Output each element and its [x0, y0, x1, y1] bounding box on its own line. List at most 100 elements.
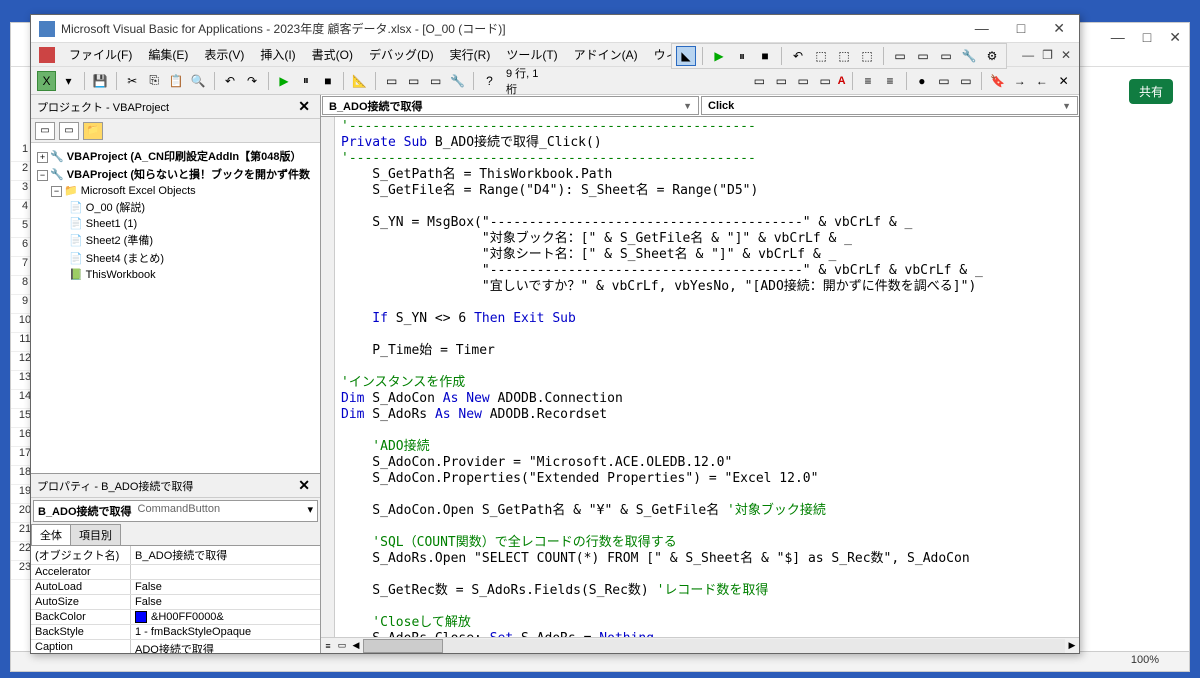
menu-addins[interactable]: アドイン(A)	[568, 44, 644, 65]
toggle-folders-button[interactable]: 📁	[83, 122, 103, 140]
help-button[interactable]: ?	[480, 71, 499, 91]
step-in-button[interactable]: ⬚	[811, 46, 831, 66]
uncomment-button[interactable]: ▭	[956, 71, 975, 91]
prev-bookmark-button[interactable]: ←	[1032, 71, 1051, 91]
view-full-button[interactable]: ≡	[321, 639, 335, 653]
vba-editor-window: Microsoft Visual Basic for Applications …	[30, 14, 1080, 654]
toggle-button[interactable]: ◣	[676, 46, 696, 66]
menu-edit[interactable]: 編集(E)	[142, 44, 194, 65]
scroll-left-button[interactable]: ◀	[349, 639, 363, 653]
design-mode-button[interactable]: 📐	[350, 71, 369, 91]
prop-value[interactable]	[131, 565, 320, 579]
sheet-node[interactable]: Sheet4 (まとめ)	[86, 253, 164, 265]
break-button[interactable]: ⏸	[296, 71, 315, 91]
share-button[interactable]: 共有	[1129, 79, 1173, 104]
breakpoint-button[interactable]: ●	[912, 71, 931, 91]
redo-button[interactable]: ↷	[243, 71, 262, 91]
comment-button[interactable]: ▭	[934, 71, 953, 91]
menu-insert[interactable]: 挿入(I)	[254, 44, 301, 65]
menu-tools[interactable]: ツール(T)	[500, 44, 563, 65]
find-button[interactable]: 🔍	[189, 71, 208, 91]
minimize-button[interactable]: —	[969, 18, 995, 39]
property-grid[interactable]: (オブジェクト名)B_ADO接続で取得 Accelerator AutoLoad…	[31, 546, 320, 653]
prop-value[interactable]: 1 - fmBackStyleOpaque	[131, 625, 320, 639]
edit-tool[interactable]: ▭	[772, 71, 791, 91]
tab-alphabetic[interactable]: 全体	[31, 524, 71, 545]
excel-button[interactable]: X	[37, 71, 56, 91]
menu-debug[interactable]: デバッグ(D)	[363, 44, 440, 65]
menu-file[interactable]: ファイル(F)	[63, 44, 138, 65]
stop-button[interactable]: ■	[755, 46, 775, 66]
outdent-button[interactable]: ≡	[881, 71, 900, 91]
scroll-right-button[interactable]: ▶	[1065, 639, 1079, 653]
project-close-button[interactable]: ✕	[294, 98, 314, 115]
sheet-node[interactable]: Sheet2 (準備)	[86, 235, 153, 247]
undo-button[interactable]: ↶	[221, 71, 240, 91]
window-button[interactable]: ▭	[913, 46, 933, 66]
maximize-button[interactable]: □	[1011, 18, 1031, 39]
menu-format[interactable]: 書式(O)	[306, 44, 359, 65]
edit-tool[interactable]: ▭	[794, 71, 813, 91]
tool-button[interactable]: ⚙	[982, 46, 1002, 66]
insert-button[interactable]: ▾	[59, 71, 78, 91]
step-over-button[interactable]: ⬚	[834, 46, 854, 66]
next-bookmark-button[interactable]: →	[1010, 71, 1029, 91]
step-out-button[interactable]: ⬚	[857, 46, 877, 66]
back-button[interactable]: ↶	[788, 46, 808, 66]
procedure-dropdown[interactable]: Click▼	[701, 96, 1078, 115]
window-button[interactable]: ▭	[936, 46, 956, 66]
prop-value[interactable]: False	[131, 580, 320, 594]
toolbox-button[interactable]: 🔧	[448, 71, 467, 91]
mdi-close[interactable]: ✕	[1061, 48, 1071, 62]
run-button[interactable]: ▶	[709, 46, 729, 66]
excel-minimize[interactable]: —	[1111, 29, 1125, 46]
view-object-button[interactable]: ▭	[59, 122, 79, 140]
save-button[interactable]: 💾	[91, 71, 110, 91]
folder-node[interactable]: Microsoft Excel Objects	[81, 185, 196, 197]
sheet-node[interactable]: Sheet1 (1)	[86, 218, 137, 230]
horizontal-scrollbar[interactable]: ≡ ▭ ◀ ▶	[321, 637, 1079, 653]
run-sub-button[interactable]: ▶	[274, 71, 293, 91]
excel-maximize[interactable]: □	[1143, 29, 1151, 46]
bookmark-button[interactable]: 🔖	[988, 71, 1007, 91]
edit-tool[interactable]: ▭	[816, 71, 835, 91]
view-proc-button[interactable]: ▭	[335, 639, 349, 653]
prop-value[interactable]: ADO接続で取得	[131, 640, 320, 653]
object-dropdown[interactable]: B_ADO接続で取得▼	[322, 96, 699, 115]
menu-view[interactable]: 表示(V)	[198, 44, 250, 65]
sheet-node[interactable]: O_00 (解説)	[86, 202, 145, 214]
project-explorer-button[interactable]: ▭	[382, 71, 401, 91]
prop-value[interactable]: B_ADO接続で取得	[131, 546, 320, 564]
titlebar[interactable]: Microsoft Visual Basic for Applications …	[31, 15, 1079, 43]
clear-bookmarks-button[interactable]: ✕	[1054, 71, 1073, 91]
copy-button[interactable]: ⎘	[145, 71, 164, 91]
prop-value[interactable]: False	[131, 595, 320, 609]
view-code-button[interactable]: ▭	[35, 122, 55, 140]
project-tree[interactable]: +🔧 VBAProject (A_CN印刷設定AddIn【第048版） −🔧 V…	[31, 143, 320, 473]
menu-run[interactable]: 実行(R)	[444, 44, 497, 65]
tool-button[interactable]: 🔧	[959, 46, 979, 66]
tab-categorized[interactable]: 項目別	[70, 524, 121, 545]
mdi-minimize[interactable]: —	[1022, 48, 1034, 62]
scroll-thumb[interactable]	[363, 639, 443, 653]
pause-button[interactable]: ⏸	[732, 46, 752, 66]
close-button[interactable]: ✕	[1047, 18, 1071, 39]
object-browser-button[interactable]: ▭	[426, 71, 445, 91]
excel-close[interactable]: ✕	[1169, 29, 1181, 46]
project-node[interactable]: VBAProject (知らないと損！ブックを開かず件数	[67, 169, 310, 181]
edit-tool[interactable]: ▭	[750, 71, 769, 91]
properties-close-button[interactable]: ✕	[294, 477, 314, 494]
mdi-restore[interactable]: ❐	[1042, 48, 1053, 62]
properties-button[interactable]: ▭	[404, 71, 423, 91]
cut-button[interactable]: ✂	[123, 71, 142, 91]
reset-button[interactable]: ■	[318, 71, 337, 91]
window-button[interactable]: ▭	[890, 46, 910, 66]
indent-button[interactable]: ≡	[859, 71, 878, 91]
workbook-node[interactable]: ThisWorkbook	[86, 269, 156, 281]
paste-button[interactable]: 📋	[167, 71, 186, 91]
prop-value[interactable]: &H00FF0000&	[131, 610, 320, 624]
code-editor[interactable]: '---------------------------------------…	[321, 117, 1079, 637]
object-selector[interactable]: B_ADO接続で取得 CommandButton ▾	[33, 500, 318, 522]
zoom-level[interactable]: 100%	[1131, 654, 1159, 666]
project-node[interactable]: VBAProject (A_CN印刷設定AddIn【第048版）	[67, 151, 302, 163]
